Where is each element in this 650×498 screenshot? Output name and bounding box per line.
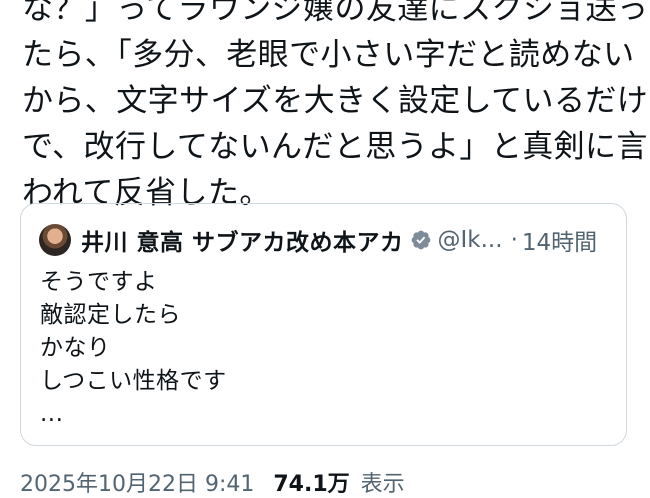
author-handle[interactable]: @Ik... — [438, 227, 503, 253]
views-label: 表示 — [360, 472, 405, 497]
timestamp[interactable]: 14時間 — [522, 223, 597, 257]
views-count: 74.1万 — [273, 472, 350, 497]
quoted-text-line: そうですよ — [40, 269, 158, 295]
avatar[interactable] — [39, 224, 71, 256]
quoted-text-ellipsis: ... — [40, 401, 64, 427]
tweet-text-line: で、改行してないんだと思うよ」と真剣に言 — [22, 129, 648, 165]
quoted-text-line: しつこい性格です — [40, 368, 227, 394]
tweet-meta: 2025年10月22日 9:41 74.1万 表示 — [20, 466, 405, 498]
tweet-text-line: な？」ってラウンジ嬢の友達にスクショ送っ — [22, 0, 649, 27]
quoted-tweet-header: 井川 意高 サブアカ改め本アカ @Ik... · 14時間 — [39, 222, 597, 258]
quoted-tweet-text: そうですよ 敵認定したら かなり しつこい性格です ... — [40, 266, 227, 431]
author-name[interactable]: 井川 意高 サブアカ改め本アカ — [81, 223, 404, 257]
quoted-tweet-card[interactable]: 井川 意高 サブアカ改め本アカ @Ik... · 14時間 そうですよ 敵認定し… — [20, 203, 627, 446]
quoted-text-line: 敵認定したら — [40, 302, 181, 328]
tweet-date[interactable]: 2025年10月22日 9:41 — [20, 472, 254, 497]
tweet-body: な？」ってラウンジ嬢の友達にスクショ送っ たら、「多分、老眼で小さい字だと読めな… — [22, 0, 649, 216]
quoted-text-line: かなり — [40, 335, 111, 361]
verified-badge-icon — [410, 229, 432, 251]
tweet-text-line: から、文字サイズを大きく設定しているだけ — [22, 83, 649, 119]
separator-dot: · — [510, 227, 518, 253]
tweet-text-line: たら、「多分、老眼で小さい字だと読めない — [22, 37, 635, 73]
